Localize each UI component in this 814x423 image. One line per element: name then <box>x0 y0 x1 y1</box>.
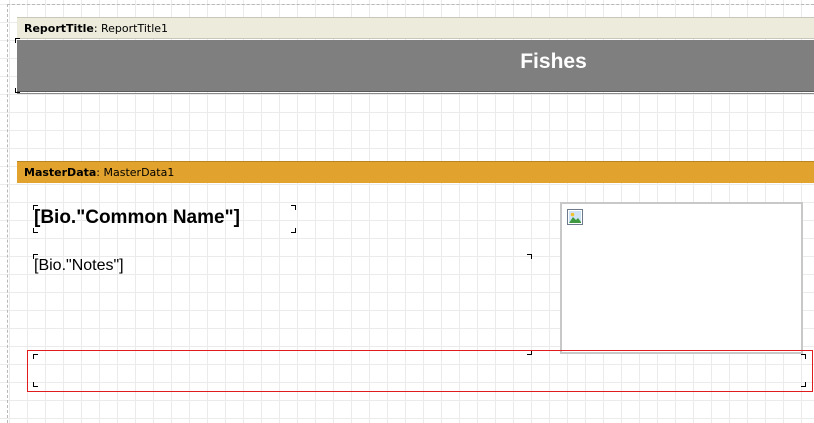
title-corner-tl <box>15 38 20 43</box>
report-title-band-separator: : <box>93 22 102 35</box>
common-name-corner-tr <box>291 205 296 210</box>
common-name-corner-bl <box>33 228 38 233</box>
notes-corner-tl <box>33 254 38 259</box>
report-design-canvas[interactable]: ReportTitle: ReportTitle1 Fishes MasterD… <box>0 0 814 423</box>
report-title-band-bottom <box>17 93 814 94</box>
common-name-corner-tl <box>33 205 38 210</box>
selected-text-object[interactable] <box>27 350 813 392</box>
notes-field[interactable]: [Bio."Notes"] <box>34 257 124 275</box>
selection-corner-br <box>801 382 806 387</box>
master-data-band-name: MasterData1 <box>103 166 175 179</box>
report-title-text-object[interactable]: Fishes <box>17 40 814 92</box>
report-title-band-type: ReportTitle <box>24 22 94 35</box>
selection-corner-tr <box>801 354 806 359</box>
picture-object[interactable] <box>560 202 803 354</box>
page-edge-top <box>7 4 814 5</box>
selection-corner-tl <box>33 354 38 359</box>
page-edge-left <box>7 4 8 423</box>
common-name-field[interactable]: [Bio."Common Name"] <box>34 207 240 229</box>
master-data-band-type: MasterData <box>24 166 97 179</box>
report-title-text: Fishes <box>520 50 587 73</box>
report-title-band-header[interactable]: ReportTitle: ReportTitle1 <box>17 17 814 39</box>
picture-placeholder-icon <box>567 209 583 225</box>
selection-corner-bl <box>33 382 38 387</box>
report-title-band-name: ReportTitle1 <box>101 22 169 35</box>
common-name-corner-br <box>291 228 296 233</box>
notes-corner-tr <box>527 254 532 259</box>
master-data-band-separator: : <box>96 166 104 179</box>
master-data-band-header[interactable]: MasterData: MasterData1 <box>17 161 814 183</box>
